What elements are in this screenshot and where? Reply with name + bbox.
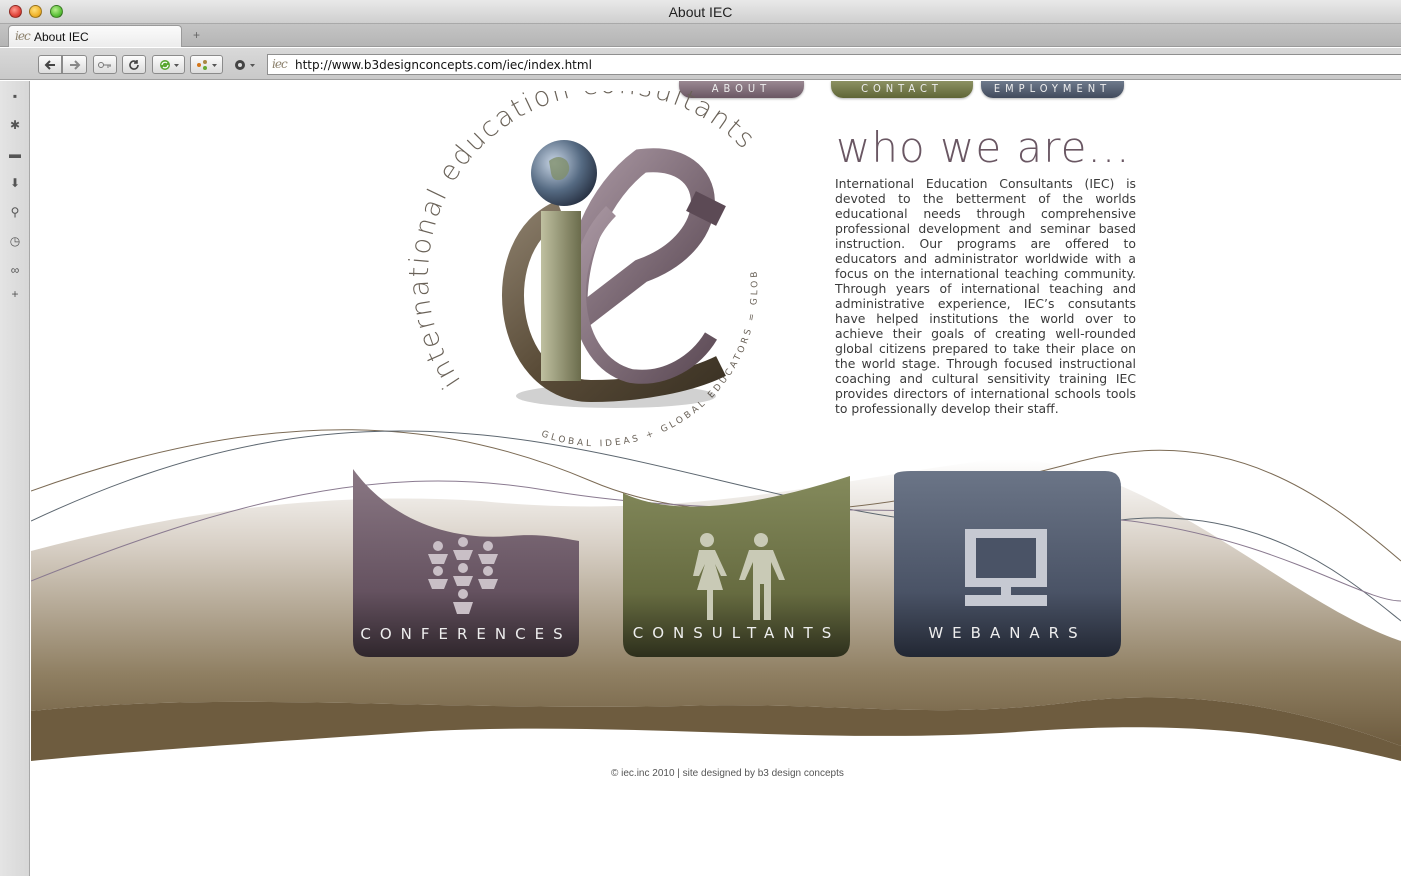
browser-window: About IEC iec About IEC + iec http://www… (0, 0, 1401, 876)
link-icon[interactable]: ∞ (8, 263, 22, 277)
reload-button[interactable] (122, 55, 146, 74)
bookmark-icon[interactable]: ▪ (8, 89, 22, 103)
key-button[interactable] (93, 55, 117, 74)
card-webinars-link[interactable]: WEBANARS (894, 624, 1121, 642)
share-icon[interactable]: ⚲ (8, 205, 22, 219)
address-bar[interactable]: iec http://www.b3designconcepts.com/iec/… (267, 54, 1401, 75)
tab-strip: iec About IEC + (0, 24, 1401, 47)
reload-icon (129, 59, 139, 70)
who-body-text: International Education Consultants (IEC… (835, 176, 1136, 416)
site-identity-button[interactable] (229, 55, 261, 74)
url-text: http://www.b3designconcepts.com/iec/inde… (295, 58, 592, 72)
notes-icon[interactable]: ▬ (8, 147, 22, 161)
computer-monitor-icon (965, 529, 1047, 606)
add-panel-icon[interactable]: + (8, 287, 22, 301)
new-tab-button[interactable]: + (193, 28, 200, 42)
navigation-toolbar: iec http://www.b3designconcepts.com/iec/… (0, 48, 1401, 80)
iec-logo-icon: iec (15, 29, 31, 43)
page-content: ABOUT CONTACT EMPLOYMENT international e… (31, 81, 1401, 876)
card-conferences-link[interactable]: CONFERENCES (353, 625, 579, 643)
share-menu-button[interactable] (190, 55, 223, 74)
sync-icon (159, 59, 179, 70)
card-consultants-link[interactable]: CONSULTANTS (623, 624, 850, 642)
people-group-icon (428, 537, 498, 614)
tab-label: About IEC (34, 30, 89, 44)
sync-menu-button[interactable] (152, 55, 185, 74)
back-arrow-icon (44, 59, 55, 70)
history-clock-icon[interactable]: ◷ (8, 234, 22, 248)
who-heading: who we are... (836, 123, 1131, 172)
gear-icon[interactable]: ✱ (8, 118, 22, 132)
nav-employment-button[interactable]: EMPLOYMENT (981, 81, 1124, 98)
title-bar: About IEC (0, 0, 1401, 24)
iec-logo-icon: iec (272, 57, 288, 71)
forward-button[interactable] (62, 55, 87, 74)
globe-icon (235, 59, 255, 70)
window-title: About IEC (668, 4, 733, 20)
man-woman-icon (693, 533, 785, 620)
tab-about-iec[interactable]: iec About IEC (8, 25, 182, 47)
iec-logo: international education consultants GLOB… (391, 91, 760, 449)
back-button[interactable] (38, 55, 62, 74)
sidebar: ▪ ✱ ▬ ⬇ ⚲ ◷ ∞ + (0, 81, 30, 876)
forward-arrow-icon (69, 59, 80, 70)
download-icon[interactable]: ⬇ (8, 176, 22, 190)
footer-credit: © iec.inc 2010 | site designed by b3 des… (611, 768, 844, 779)
nav-contact-button[interactable]: CONTACT (831, 81, 973, 98)
key-icon (98, 61, 111, 68)
share-icon (196, 59, 217, 70)
